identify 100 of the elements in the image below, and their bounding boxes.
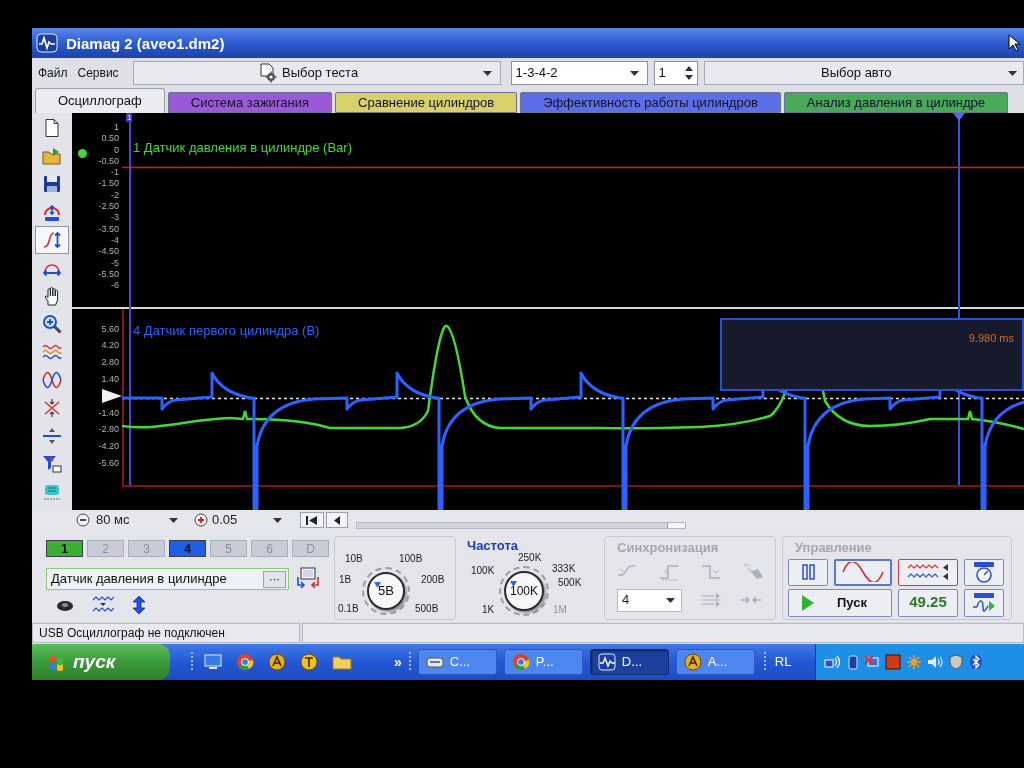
square-app-icon[interactable] [885, 654, 902, 670]
auto-gauge-icon [971, 561, 997, 583]
scale-label: 100K [471, 565, 495, 577]
step-dropdown[interactable]: 0.05 [212, 510, 286, 530]
disc-icon[interactable] [268, 653, 286, 671]
axis-label: -6 [111, 280, 119, 292]
scale-label: 1K [482, 604, 495, 616]
auto-play-button[interactable] [964, 588, 1004, 617]
channel-name-field[interactable]: Датчик давления в цилиндре ··· [46, 568, 289, 590]
browser-icon [511, 653, 530, 671]
axis-label: 2.80 [101, 356, 119, 370]
device-icon [42, 482, 62, 502]
scale-label: 0.1В [338, 603, 359, 615]
pointer-icon [510, 581, 517, 587]
tab[interactable]: Анализ давления в цилиндре [783, 92, 1008, 113]
axis-label: -4 [111, 234, 119, 247]
axis-label: -2.50 [98, 201, 119, 213]
firing-order-dropdown[interactable]: 1-3-4-2 [510, 61, 648, 85]
document-gear-icon [258, 63, 279, 83]
scale-label: 10В [345, 553, 363, 565]
x-lines-icon [42, 398, 62, 418]
menu-item[interactable]: Сервис [75, 64, 121, 82]
caret-icon [482, 70, 492, 76]
folder-icon[interactable] [332, 654, 352, 670]
axis-label: -0.50 [98, 155, 119, 168]
toolbar-button[interactable] [35, 226, 69, 254]
menu-item[interactable]: Файл [36, 64, 70, 82]
zoom-out-icon[interactable] [76, 513, 90, 527]
scale-label: 250K [518, 552, 542, 564]
taskbar-button[interactable]: C... [417, 649, 497, 675]
eye-icon[interactable] [56, 598, 74, 612]
previous-button[interactable] [326, 512, 348, 528]
split-arrows-icon [42, 426, 62, 446]
caret-icon [629, 70, 639, 76]
scrollbar-track[interactable] [356, 521, 686, 529]
axis-label: -4.50 [98, 246, 119, 258]
axis-label: 1.40 [101, 373, 119, 386]
sine-mode-button[interactable] [834, 558, 892, 586]
scale-label: 500В [415, 603, 439, 615]
axis-label: 5.60 [101, 322, 119, 336]
tab[interactable]: Осциллограф [35, 88, 165, 113]
axis-label: 1 [114, 122, 119, 134]
axis-label: -4.20 [98, 440, 119, 454]
desktop-icon[interactable] [204, 654, 222, 670]
axis-label: 4.20 [101, 339, 119, 353]
taskbar-button[interactable]: P... [503, 649, 583, 675]
app-icon [597, 653, 616, 671]
folder-icon [42, 146, 62, 166]
network-icon[interactable] [824, 654, 843, 670]
scrollbar-thumb[interactable] [667, 522, 685, 528]
speaker-icon[interactable] [927, 654, 944, 670]
auto-gauge-button[interactable] [964, 558, 1004, 586]
scale-label: 100В [399, 553, 423, 565]
zoom-in-icon[interactable] [194, 513, 208, 527]
frequency-knob[interactable]: 100K [499, 566, 549, 616]
crossed-waves-icon [42, 370, 62, 390]
car-select-dropdown[interactable]: Выбор авто [703, 61, 1024, 85]
tab[interactable]: Система зажигания [167, 92, 333, 113]
axis-label: -1 [111, 167, 119, 179]
first-button[interactable] [300, 512, 324, 528]
axis-label: -1.50 [98, 178, 119, 190]
document-icon [42, 118, 62, 138]
disc-icon[interactable] [300, 653, 318, 671]
auto-play-icon [971, 591, 997, 614]
waves-icon[interactable] [92, 596, 114, 614]
caret-icon [1008, 70, 1017, 76]
updown-arrow-icon[interactable] [132, 595, 146, 615]
taskbar-button[interactable]: D... [589, 649, 669, 675]
tab[interactable]: Эффективность работы цилиндров [520, 92, 781, 113]
voltage-knob[interactable]: 5В [362, 567, 410, 615]
overflow-chevron[interactable]: » [394, 651, 402, 673]
channel-button[interactable]: 1 [46, 540, 83, 557]
grip-icon [190, 651, 194, 673]
bluetooth-icon[interactable] [969, 654, 984, 670]
channel-title: 4 Датчик первого цилиндра (В) [133, 323, 320, 338]
browse-button[interactable]: ··· [263, 570, 286, 588]
timebase-dropdown[interactable]: 80 мс [96, 510, 182, 530]
network-error-icon[interactable] [864, 654, 881, 670]
start-button[interactable]: Пуск [788, 588, 892, 617]
toolbar-label[interactable]: RL [774, 652, 792, 672]
app-icon [36, 33, 58, 53]
axis-label: 0.50 [101, 133, 119, 145]
axis-label: -3 [111, 212, 119, 224]
dual-trace-button[interactable] [898, 558, 958, 586]
taskbar-button[interactable]: A... [675, 649, 755, 675]
browser-icon[interactable] [236, 653, 254, 671]
caret-icon [169, 517, 178, 523]
shield-icon[interactable] [948, 654, 965, 670]
start-button[interactable]: пуск [32, 644, 170, 680]
scale-label: 333K [552, 563, 576, 575]
axis-label: -2.80 [98, 423, 119, 437]
vertical-scale-icon [42, 230, 62, 250]
funnel-icon [42, 454, 62, 474]
pointer-icon [374, 582, 381, 588]
pause-button[interactable] [788, 558, 828, 586]
battery-icon[interactable] [847, 654, 860, 670]
tab[interactable]: Сравнение цилиндров [335, 92, 518, 113]
monitor-arrows-icon[interactable] [295, 567, 321, 591]
test-select-dropdown[interactable]: Выбор теста [132, 61, 501, 85]
cylinder-spinner[interactable]: 1 [653, 61, 698, 85]
